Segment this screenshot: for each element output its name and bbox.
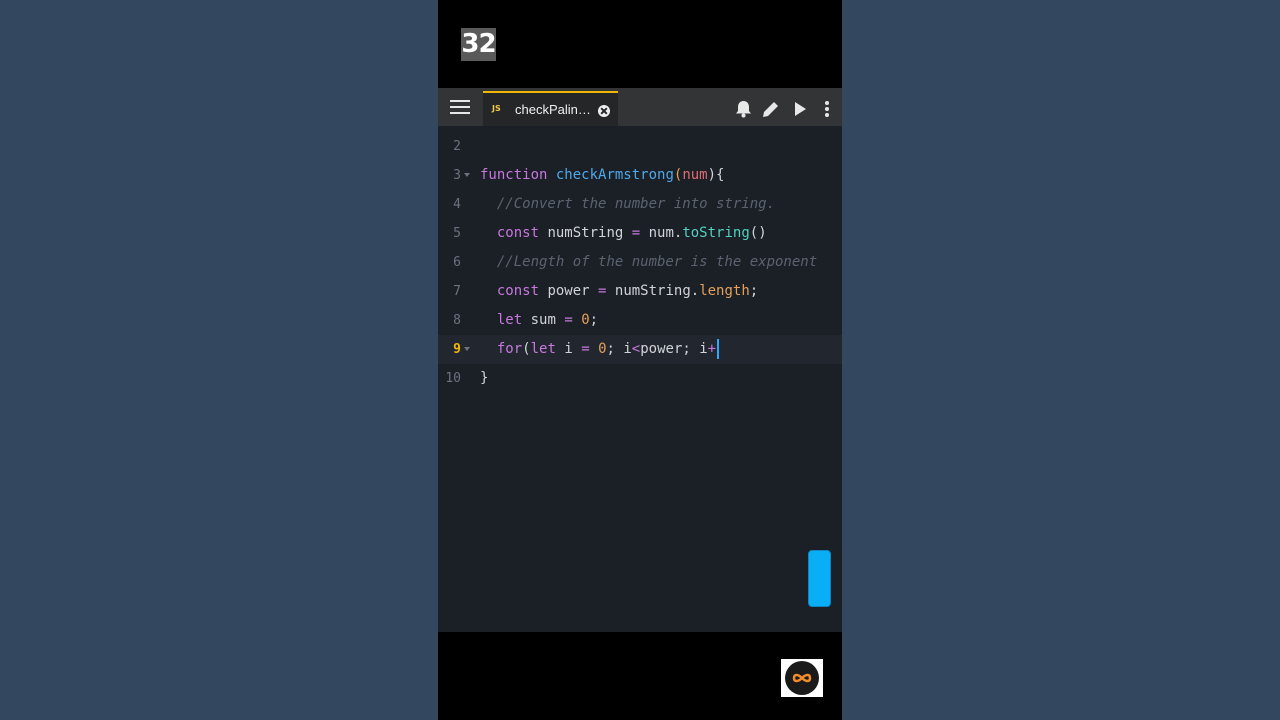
code-line[interactable]: 6 //Length of the number is the exponent [438, 248, 842, 277]
line-number: 7 [453, 284, 461, 299]
infinity-logo-icon [792, 673, 812, 683]
line-number: 2 [453, 139, 461, 154]
bell-icon[interactable] [735, 100, 752, 118]
line-number: 9 [453, 342, 461, 357]
play-icon[interactable] [794, 102, 806, 116]
line-number: 3 [453, 168, 461, 183]
code-editor[interactable]: 2 3 function checkArmstrong(num){ 4 //Conve… [438, 126, 842, 632]
phone-frame: 32 JS checkPalin… 2 3 function checkArmstr… [438, 0, 842, 720]
code-line[interactable]: 8 let sum = 0; [438, 306, 842, 335]
scroll-handle[interactable] [808, 550, 831, 607]
channel-logo [781, 659, 823, 697]
close-icon[interactable] [598, 105, 610, 117]
text-cursor [717, 339, 720, 359]
pencil-icon[interactable] [762, 100, 780, 118]
tab-label: checkPalin… [515, 102, 591, 117]
code-text: //Convert the number into string. [496, 196, 776, 212]
code-text: for(let i = 0; i<power; i+ [480, 335, 720, 364]
code-line[interactable]: 7 const power = numString.length; [438, 277, 842, 306]
fold-arrow-icon[interactable] [464, 347, 470, 351]
line-number: 5 [453, 226, 461, 241]
code-line[interactable]: 3 function checkArmstrong(num){ [438, 161, 842, 190]
code-line[interactable]: 9 for(let i = 0; i<power; i+ [438, 335, 842, 364]
code-text: //Length of the number is the exponent [496, 254, 818, 270]
code-line[interactable]: 10} [438, 364, 842, 393]
code-text: let sum = 0; [496, 312, 599, 328]
tab-file[interactable]: JS checkPalin… [483, 91, 618, 126]
line-number: 6 [453, 255, 461, 270]
code-line[interactable]: 5 const numString = num.toString() [438, 219, 842, 248]
video-counter: 32 [461, 28, 497, 61]
line-number: 10 [445, 371, 461, 386]
line-number: 8 [453, 313, 461, 328]
more-vertical-icon[interactable] [825, 101, 829, 117]
code-text: const numString = num.toString() [496, 225, 767, 241]
code-line[interactable]: 2 [438, 132, 842, 161]
code-line[interactable]: 4 //Convert the number into string. [438, 190, 842, 219]
code-text: const power = numString.length; [496, 283, 759, 299]
javascript-file-icon: JS [492, 104, 501, 113]
code-text: function checkArmstrong(num){ [480, 167, 725, 183]
code-text: } [480, 370, 489, 386]
menu-icon[interactable] [450, 98, 470, 116]
fold-arrow-icon[interactable] [464, 173, 470, 177]
line-number: 4 [453, 197, 461, 212]
editor-toolbar: JS checkPalin… [438, 88, 842, 126]
